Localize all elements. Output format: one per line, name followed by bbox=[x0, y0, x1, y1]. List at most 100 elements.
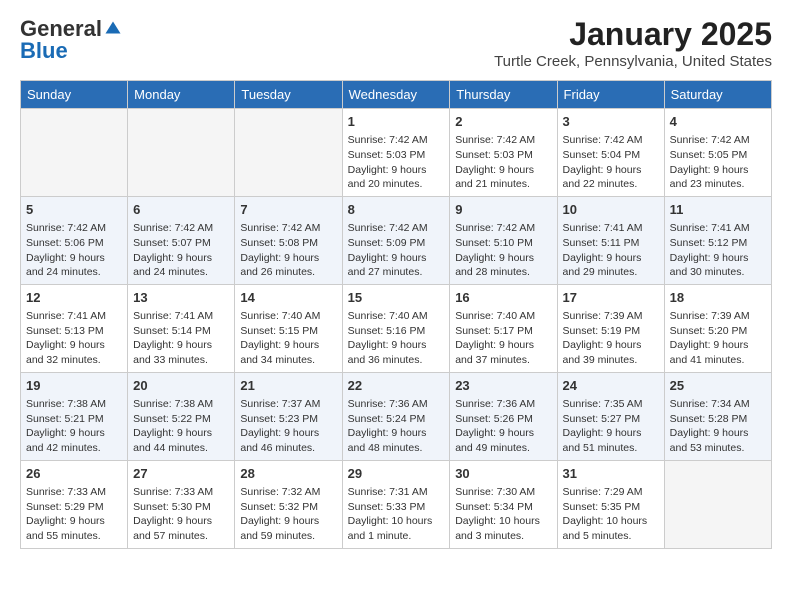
day-info-line: Sunset: 5:03 PM bbox=[348, 148, 445, 163]
day-info-line: Daylight: 9 hours bbox=[348, 251, 445, 266]
day-info-line: Daylight: 9 hours bbox=[133, 514, 229, 529]
day-info-line: Sunrise: 7:41 AM bbox=[26, 309, 122, 324]
weekday-header-saturday: Saturday bbox=[664, 81, 771, 109]
day-info-line: Sunrise: 7:33 AM bbox=[26, 485, 122, 500]
calendar-cell: 15Sunrise: 7:40 AMSunset: 5:16 PMDayligh… bbox=[342, 284, 450, 372]
day-info-line: Sunset: 5:30 PM bbox=[133, 500, 229, 515]
day-info-line: Sunrise: 7:42 AM bbox=[133, 221, 229, 236]
day-info-line: Daylight: 9 hours bbox=[26, 251, 122, 266]
title-block: January 2025 Turtle Creek, Pennsylvania,… bbox=[494, 16, 772, 70]
day-info-line: Daylight: 9 hours bbox=[26, 426, 122, 441]
day-info-line: and 39 minutes. bbox=[563, 353, 659, 368]
day-info-line: Sunset: 5:03 PM bbox=[455, 148, 551, 163]
calendar-cell: 31Sunrise: 7:29 AMSunset: 5:35 PMDayligh… bbox=[557, 460, 664, 548]
day-info-line: Sunrise: 7:30 AM bbox=[455, 485, 551, 500]
day-info-line: Sunrise: 7:31 AM bbox=[348, 485, 445, 500]
day-number: 1 bbox=[348, 113, 445, 131]
day-info-line: Sunrise: 7:29 AM bbox=[563, 485, 659, 500]
calendar-cell: 7Sunrise: 7:42 AMSunset: 5:08 PMDaylight… bbox=[235, 196, 342, 284]
day-info-line: and 44 minutes. bbox=[133, 441, 229, 456]
day-info-line: Sunrise: 7:42 AM bbox=[348, 221, 445, 236]
day-info-line: Sunset: 5:17 PM bbox=[455, 324, 551, 339]
day-info-line: Daylight: 9 hours bbox=[563, 251, 659, 266]
calendar-cell: 13Sunrise: 7:41 AMSunset: 5:14 PMDayligh… bbox=[128, 284, 235, 372]
day-number: 9 bbox=[455, 201, 551, 219]
weekday-header-thursday: Thursday bbox=[450, 81, 557, 109]
day-info-line: Daylight: 9 hours bbox=[563, 338, 659, 353]
day-info-line: and 46 minutes. bbox=[240, 441, 336, 456]
week-row-5: 26 Sunrise: 7:33 AMSunset: 5:29 PM Dayligh… bbox=[21, 460, 772, 548]
day-info-line: and 3 minutes. bbox=[455, 529, 551, 544]
day-info-line: Daylight: 9 hours bbox=[670, 426, 766, 441]
day-info-line: and 57 minutes. bbox=[133, 529, 229, 544]
day-info-line: Daylight: 9 hours bbox=[563, 426, 659, 441]
day-number: 14 bbox=[240, 289, 336, 307]
calendar-cell bbox=[664, 460, 771, 548]
logo-blue: Blue bbox=[20, 38, 68, 64]
weekday-header-sunday: Sunday bbox=[21, 81, 128, 109]
day-info-line: Sunset: 5:13 PM bbox=[26, 324, 122, 339]
calendar-cell: 24 Sunrise: 7:35 AMSunset: 5:27 PMDayligh… bbox=[557, 372, 664, 460]
day-number: 8 bbox=[348, 201, 445, 219]
calendar-cell: 28Sunrise: 7:32 AMSunset: 5:32 PMDayligh… bbox=[235, 460, 342, 548]
day-info-line: Sunset: 5:28 PM bbox=[670, 412, 766, 427]
day-info-line: Sunset: 5:15 PM bbox=[240, 324, 336, 339]
day-info-line: and 53 minutes. bbox=[670, 441, 766, 456]
day-number: 22 bbox=[348, 377, 445, 395]
calendar-cell: 14Sunrise: 7:40 AMSunset: 5:15 PMDayligh… bbox=[235, 284, 342, 372]
day-info-line: Sunrise: 7:40 AM bbox=[240, 309, 336, 324]
weekday-header-monday: Monday bbox=[128, 81, 235, 109]
day-number: 24 bbox=[563, 377, 659, 395]
day-info-line: Sunset: 5:27 PM bbox=[563, 412, 659, 427]
day-info-line: Sunrise: 7:42 AM bbox=[563, 133, 659, 148]
page-header: General Blue January 2025 Turtle Creek, … bbox=[20, 16, 772, 70]
day-number: 26 bbox=[26, 465, 122, 483]
day-info-line: Sunset: 5:04 PM bbox=[563, 148, 659, 163]
day-info-line: Sunset: 5:29 PM bbox=[26, 500, 122, 515]
day-info-line: Sunset: 5:33 PM bbox=[348, 500, 445, 515]
day-number: 25 bbox=[670, 377, 766, 395]
calendar-cell bbox=[235, 109, 342, 197]
day-info-line: Sunset: 5:14 PM bbox=[133, 324, 229, 339]
day-number: 19 bbox=[26, 377, 122, 395]
calendar-cell: 26Sunrise: 7:33 AMSunset: 5:29 PMDayligh… bbox=[21, 460, 128, 548]
calendar-cell: 12Sunrise: 7:41 AMSunset: 5:13 PMDayligh… bbox=[21, 284, 128, 372]
calendar-cell: 25Sunrise: 7:34 AMSunset: 5:28 PMDayligh… bbox=[664, 372, 771, 460]
day-number: 11 bbox=[670, 201, 766, 219]
calendar-cell: 22Sunrise: 7:36 AMSunset: 5:24 PMDayligh… bbox=[342, 372, 450, 460]
day-info-line: Sunset: 5:22 PM bbox=[133, 412, 229, 427]
day-number: 12 bbox=[26, 289, 122, 307]
day-number: 31 bbox=[563, 465, 659, 483]
day-info-line: Sunrise: 7:35 AM bbox=[563, 397, 659, 412]
day-number: 6 bbox=[133, 201, 229, 219]
day-info-line: Sunset: 5:09 PM bbox=[348, 236, 445, 251]
day-info-line: Sunset: 5:23 PM bbox=[240, 412, 336, 427]
day-info-line: and 41 minutes. bbox=[670, 353, 766, 368]
calendar-cell: 21Sunrise: 7:37 AMSunset: 5:23 PMDayligh… bbox=[235, 372, 342, 460]
day-info-line: Sunset: 5:12 PM bbox=[670, 236, 766, 251]
day-info-line: Daylight: 9 hours bbox=[670, 251, 766, 266]
day-info-line: and 49 minutes. bbox=[455, 441, 551, 456]
month-title: January 2025 bbox=[494, 16, 772, 53]
day-number: 2 bbox=[455, 113, 551, 131]
day-number: 20 bbox=[133, 377, 229, 395]
day-info-line: Sunset: 5:10 PM bbox=[455, 236, 551, 251]
day-info-line: Sunset: 5:07 PM bbox=[133, 236, 229, 251]
day-info-line: Daylight: 9 hours bbox=[133, 338, 229, 353]
day-info-line: Daylight: 9 hours bbox=[563, 163, 659, 178]
day-number: 15 bbox=[348, 289, 445, 307]
day-info-line: Daylight: 9 hours bbox=[133, 251, 229, 266]
day-info-line: Sunrise: 7:42 AM bbox=[670, 133, 766, 148]
day-info-line: Daylight: 9 hours bbox=[348, 426, 445, 441]
day-info-line: Sunset: 5:24 PM bbox=[348, 412, 445, 427]
calendar-cell: 23Sunrise: 7:36 AMSunset: 5:26 PMDayligh… bbox=[450, 372, 557, 460]
week-row-4: 19Sunrise: 7:38 AMSunset: 5:21 PMDayligh… bbox=[21, 372, 772, 460]
day-info-line: Sunset: 5:32 PM bbox=[240, 500, 336, 515]
day-info-line: Sunset: 5:11 PM bbox=[563, 236, 659, 251]
day-number: 4 bbox=[670, 113, 766, 131]
calendar-cell: 20Sunrise: 7:38 AMSunset: 5:22 PMDayligh… bbox=[128, 372, 235, 460]
day-info-line: Daylight: 10 hours bbox=[563, 514, 659, 529]
day-info-line: and 36 minutes. bbox=[348, 353, 445, 368]
day-info-line: and 22 minutes. bbox=[563, 177, 659, 192]
day-info-line: Sunrise: 7:37 AM bbox=[240, 397, 336, 412]
